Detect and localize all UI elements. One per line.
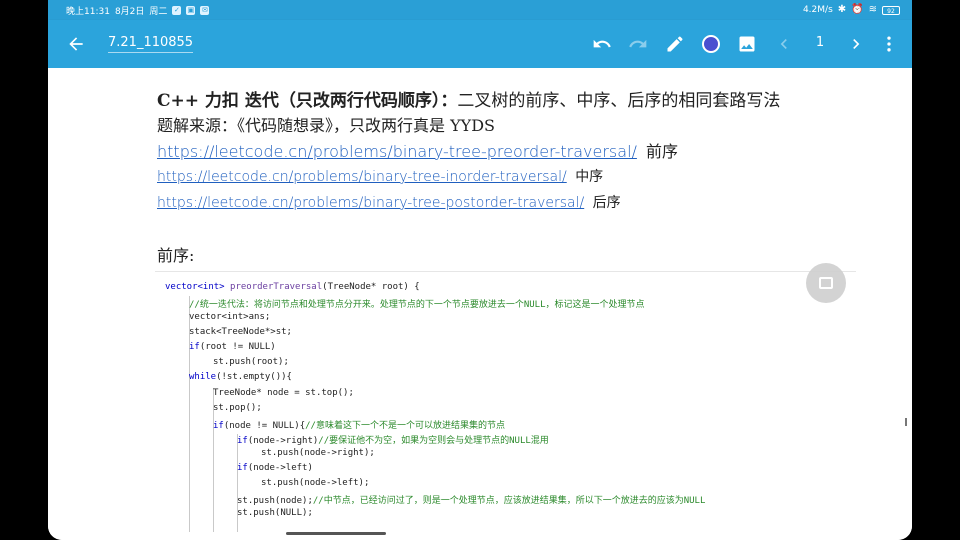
undo-button[interactable] <box>590 32 614 56</box>
code-line: st.push(node);//中节点，已经访问过了，则是一个处理节点，应该放进… <box>237 496 706 506</box>
postorder-link[interactable]: https://leetcode.cn/problems/binary-tree… <box>157 195 584 211</box>
doc-link-line-inorder: https://leetcode.cn/problems/binary-tree… <box>157 166 603 186</box>
status-net-speed: 4.2M/s <box>802 5 833 15</box>
back-button[interactable] <box>64 32 88 56</box>
more-vertical-icon <box>887 36 891 52</box>
battery-icon: 92 <box>882 5 900 15</box>
home-indicator-bar[interactable] <box>286 532 386 535</box>
notification-image-icon: ▣ <box>186 5 196 15</box>
code-line: while(!st.empty()){ <box>189 372 292 382</box>
redo-icon <box>629 39 647 48</box>
bluetooth-icon: ✱ <box>837 4 847 15</box>
code-comment: //统一迭代法：将访问节点和处理节点分开来。处理节点的下一个节点要放进去一个NU… <box>189 300 645 310</box>
code-line: st.push(node->right); <box>261 448 375 458</box>
doc-heading-rest: 二叉树的前序、中序、后序的相同套路写法 <box>457 91 781 111</box>
code-line: if(root != NULL) <box>189 342 276 352</box>
postorder-link-label: 后序 <box>592 195 621 211</box>
status-date: 8月2日 <box>114 6 145 17</box>
doc-heading-bold: C++ 力扣 迭代（只改两行代码顺序）： <box>157 91 458 111</box>
status-time: 晚上11:31 <box>66 6 110 17</box>
insert-image-button[interactable] <box>735 32 759 56</box>
undo-icon <box>593 39 611 48</box>
code-line: st.push(node->left); <box>261 478 370 488</box>
more-options-button[interactable] <box>877 32 901 56</box>
keyboard-fab-button[interactable] <box>806 263 846 303</box>
status-bar: 晚上11:31 8月2日 周二 ✓ ▣ ✉ 4.2M/s ✱ ⏰ ≋ 92 <box>48 0 912 20</box>
pen-tool-button[interactable] <box>663 32 687 56</box>
notification-app-icon: ✓ <box>172 5 182 15</box>
redo-button[interactable] <box>626 32 650 56</box>
preorder-link-label: 前序 <box>646 142 679 161</box>
code-line: if(node->right)//要保证他不为空，如果为空则会与处理节点的NUL… <box>237 436 549 446</box>
section-title: 前序: <box>157 246 195 265</box>
app-toolbar: 7.21_110855 1 <box>48 20 912 68</box>
doc-link-line-preorder: https://leetcode.cn/problems/binary-tree… <box>157 138 678 162</box>
code-line: st.push(NULL); <box>237 508 313 518</box>
doc-link-line-postorder: https://leetcode.cn/problems/binary-tree… <box>157 192 621 212</box>
document-page[interactable]: C++ 力扣 迭代（只改两行代码顺序）：二叉树的前序、中序、后序的相同套路写法 … <box>48 68 912 540</box>
tablet-screen: 晚上11:31 8月2日 周二 ✓ ▣ ✉ 4.2M/s ✱ ⏰ ≋ 92 7.… <box>48 0 912 540</box>
arrow-back-icon <box>69 37 83 51</box>
status-weekday: 周二 <box>149 6 168 17</box>
code-line: st.pop(); <box>213 403 262 413</box>
code-screenshot: vector<int> preorderTraversal(TreeNode* … <box>155 271 856 532</box>
doc-heading: C++ 力扣 迭代（只改两行代码顺序）：二叉树的前序、中序、后序的相同套路写法 <box>157 86 780 111</box>
code-line: vector<int>ans; <box>189 312 271 322</box>
code-line: TreeNode* node = st.top(); <box>213 388 354 398</box>
image-icon <box>739 36 755 52</box>
next-page-button[interactable] <box>844 32 868 56</box>
notification-message-icon: ✉ <box>200 5 210 15</box>
code-line: if(node->left) <box>237 463 313 473</box>
previous-page-button[interactable] <box>772 32 796 56</box>
page-number: 1 <box>815 35 825 50</box>
status-bar-right: 4.2M/s ✱ ⏰ ≋ 92 <box>803 5 900 15</box>
code-line: stack<TreeNode*>st; <box>189 327 292 337</box>
code-line: if(node != NULL){//意味着这下一个不是一个可以放进结果集的节点 <box>213 421 505 431</box>
keyboard-icon <box>819 277 833 289</box>
wifi-icon: ≋ <box>868 4 877 15</box>
doc-source: 题解来源：《代码随想录》，只改两行真是 YYDS <box>157 116 496 135</box>
code-line: vector<int> preorderTraversal(TreeNode* … <box>165 282 420 292</box>
document-title: 7.21_110855 <box>108 35 194 53</box>
preorder-link[interactable]: https://leetcode.cn/problems/binary-tree… <box>157 142 637 161</box>
code-line: st.push(root); <box>213 357 289 367</box>
inorder-link[interactable]: https://leetcode.cn/problems/binary-tree… <box>157 169 567 185</box>
chevron-right-icon <box>853 39 860 49</box>
pen-color-button[interactable] <box>699 32 723 56</box>
pencil-icon <box>667 36 683 52</box>
alarm-icon: ⏰ <box>851 4 864 15</box>
chevron-left-icon <box>780 39 787 49</box>
color-swatch-icon <box>702 35 720 53</box>
inorder-link-label: 中序 <box>575 169 604 185</box>
vertical-scroll-indicator[interactable] <box>905 418 907 426</box>
status-bar-left: 晚上11:31 8月2日 周二 ✓ ▣ ✉ <box>66 4 210 17</box>
